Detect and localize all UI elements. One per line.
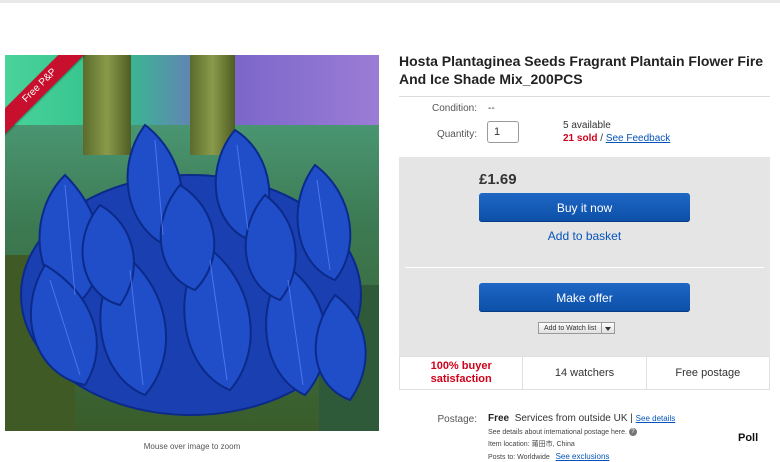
- dropdown-arrow-icon[interactable]: [602, 322, 616, 334]
- top-border: [0, 0, 780, 3]
- quantity-label: Quantity:: [436, 129, 477, 140]
- divider: [405, 267, 764, 268]
- quantity-input[interactable]: [487, 121, 519, 143]
- postage-info: Free Services from outside UK | See deta…: [488, 413, 675, 424]
- sold-count: 21 sold: [563, 133, 598, 144]
- sold-line: 21 sold / See Feedback: [563, 133, 671, 144]
- watchers-count: 14 watchers: [523, 357, 647, 389]
- see-feedback-link[interactable]: See Feedback: [606, 133, 671, 144]
- buy-it-now-button[interactable]: Buy it now: [479, 193, 690, 222]
- watch-list-control: Add to Watch list: [538, 322, 616, 334]
- international-postage-note: See details about international postage …: [488, 428, 637, 436]
- make-offer-button[interactable]: Make offer: [479, 283, 690, 312]
- condition-value: --: [488, 103, 495, 114]
- free-postage-badge: Free postage: [675, 367, 741, 379]
- see-exclusions-link[interactable]: See exclusions: [556, 452, 610, 461]
- price: £1.69: [479, 171, 517, 188]
- postage-services: Services from outside UK |: [514, 413, 633, 424]
- postage-free: Free: [488, 413, 510, 424]
- add-to-watch-list-button[interactable]: Add to Watch list: [538, 322, 603, 334]
- stats-strip: 100% buyer satisfaction 14 watchers Free…: [399, 356, 770, 390]
- see-details-link[interactable]: See details: [636, 414, 676, 423]
- product-title: Hosta Plantaginea Seeds Fragrant Plantai…: [399, 53, 764, 87]
- buyer-satisfaction: 100% buyer satisfaction: [400, 357, 524, 389]
- item-location: Item location: 莆田市, China: [488, 441, 575, 448]
- postage-label: Postage:: [437, 414, 477, 425]
- divider: [399, 96, 770, 97]
- poll-label[interactable]: Poll: [738, 432, 758, 444]
- condition-label: Condition:: [431, 103, 477, 114]
- zoom-hint: Mouse over image to zoom: [143, 442, 241, 451]
- buy-box: £1.69 Buy it now Add to basket Make offe…: [399, 157, 770, 357]
- posts-to: Posts to: Worldwide See exclusions: [488, 452, 610, 461]
- available-count: 5 available: [563, 120, 611, 131]
- help-icon[interactable]: ?: [628, 428, 637, 436]
- add-to-basket-link[interactable]: Add to basket: [479, 229, 690, 243]
- free-pp-ribbon: Free P&P: [5, 55, 95, 145]
